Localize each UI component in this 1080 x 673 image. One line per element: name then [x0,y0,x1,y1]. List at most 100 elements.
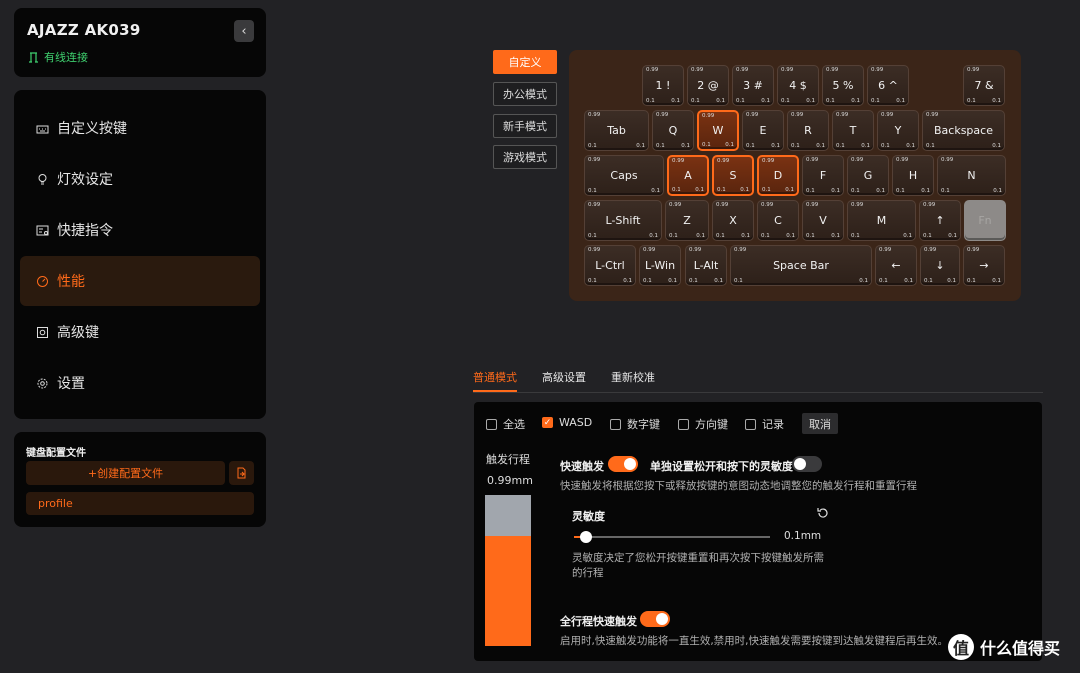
collapse-button[interactable]: ‹ [234,20,254,42]
key-v[interactable]: 0.99 0.1 0.1 V [802,200,844,241]
key-w[interactable]: 0.99 0.1 0.1 W [697,110,739,151]
key-release: 0.1 [643,278,652,284]
key-release: 0.1 [588,188,597,194]
create-profile-button[interactable]: +创建配置文件 [26,461,225,485]
sidebar-item-label: 快捷指令 [57,223,113,239]
mode-custom-button[interactable]: 自定义 [493,50,557,74]
key-g[interactable]: 0.99 0.1 0.1 G [847,155,889,196]
sidebar-item-settings[interactable]: 设置 [20,358,260,408]
slider-handle[interactable] [579,531,592,543]
sensitivity-description-line2: 的行程 [572,567,604,579]
key-f[interactable]: 0.99 0.1 0.1 F [802,155,844,196]
key-n[interactable]: 0.99 0.1 0.1 N [937,155,1006,196]
key-tab[interactable]: 0.99 0.1 0.1 Tab [584,110,649,151]
key-l-shift[interactable]: 0.99 0.1 0.1 L-Shift [584,200,662,241]
key-[interactable]: 0.99 0.1 0.1 ← [875,245,917,286]
key-d[interactable]: 0.99 0.1 0.1 D [757,155,799,196]
sensitivity-slider[interactable] [574,531,770,543]
key-2[interactable]: 0.99 0.1 0.1 2 @ [687,65,729,106]
key-actuation: 0.99 [656,112,669,118]
key-label: Q [668,123,678,137]
key-l-alt[interactable]: 0.99 0.1 0.1 L-Alt [685,245,727,286]
key-a[interactable]: 0.99 0.1 0.1 A [667,155,709,196]
sidebar-item-lighting[interactable]: 灯效设定 [20,154,260,204]
tab-advanced-settings[interactable]: 高级设置 [542,369,586,385]
mode-beginner-button[interactable]: 新手模式 [493,114,557,138]
key-press: 0.1 [947,278,956,284]
key-4[interactable]: 0.99 0.1 0.1 4 $ [777,65,819,106]
key-r[interactable]: 0.99 0.1 0.1 R [787,110,829,151]
key-3[interactable]: 0.99 0.1 0.1 3 # [732,65,774,106]
key-7[interactable]: 0.99 0.1 0.1 7 & [963,65,1005,106]
key-q[interactable]: 0.99 0.1 0.1 Q [652,110,694,151]
key-actuation: 0.99 [924,247,937,253]
key-actuation: 0.99 [806,202,819,208]
wasd-checkbox[interactable]: ✓ WASD [542,416,592,429]
cancel-button[interactable]: 取消 [802,413,838,434]
key-press: 0.1 [651,188,660,194]
sidebar-item-shortcuts[interactable]: 快捷指令 [20,205,260,255]
reset-icon[interactable] [816,506,830,520]
key-x[interactable]: 0.99 0.1 0.1 X [712,200,754,241]
arrow-keys-checkbox[interactable]: 方向键 [678,416,728,432]
key-y[interactable]: 0.99 0.1 0.1 Y [877,110,919,151]
number-keys-checkbox[interactable]: 数字键 [610,416,660,432]
tab-normal-mode[interactable]: 普通模式 [473,369,517,385]
key-release: 0.1 [656,143,665,149]
key-label: L-Ctrl [595,258,625,272]
key-actuation: 0.99 [736,67,749,73]
key-s[interactable]: 0.99 0.1 0.1 S [712,155,754,196]
key-label: 4 $ [789,78,807,92]
key-actuation: 0.99 [836,112,849,118]
rapid-trigger-toggle[interactable] [608,456,638,472]
key-l-ctrl[interactable]: 0.99 0.1 0.1 L-Ctrl [584,245,636,286]
key-actuation: 0.99 [762,158,775,164]
key-space-bar[interactable]: 0.99 0.1 0.1 Space Bar [730,245,872,286]
key-e[interactable]: 0.99 0.1 0.1 E [742,110,784,151]
key-actuation: 0.99 [588,247,601,253]
key-5[interactable]: 0.99 0.1 0.1 5 % [822,65,864,106]
import-profile-button[interactable] [229,461,254,485]
key-label: Fn [978,213,992,227]
key-release: 0.1 [691,98,700,104]
key-release: 0.1 [791,143,800,149]
gear-icon [37,378,48,388]
key-[interactable]: 0.99 0.1 0.1 ↓ [920,245,960,286]
key-h[interactable]: 0.99 0.1 0.1 H [892,155,934,196]
key-label: V [819,213,827,227]
profile-item[interactable]: profile [26,492,254,515]
sidebar-nav: 自定义按键 灯效设定 快捷指令 性能 高级键 设置 [14,90,266,419]
key-l-win[interactable]: 0.99 0.1 0.1 L-Win [639,245,681,286]
key-1[interactable]: 0.99 0.1 0.1 1 ! [642,65,684,106]
key-c[interactable]: 0.99 0.1 0.1 C [757,200,799,241]
key-[interactable]: 0.99 0.1 0.1 ↑ [919,200,961,241]
key-z[interactable]: 0.99 0.1 0.1 Z [665,200,709,241]
sidebar-item-label: 设置 [57,376,85,392]
key-fn[interactable]: Fn [964,200,1006,241]
sidebar-item-performance[interactable]: 性能 [20,256,260,306]
key-release: 0.1 [669,233,678,239]
advanced-key-icon [37,326,48,338]
full-travel-toggle[interactable] [640,611,670,627]
key-caps[interactable]: 0.99 0.1 0.1 Caps [584,155,664,196]
sidebar-item-custom-keys[interactable]: 自定义按键 [20,103,260,153]
key-press: 0.1 [649,233,658,239]
key-press: 0.1 [921,188,930,194]
tab-recalibrate[interactable]: 重新校准 [611,369,655,385]
key-6[interactable]: 0.99 0.1 0.1 6 ^ [867,65,909,106]
separate-sensitivity-toggle[interactable] [792,456,822,472]
key-label: 6 ^ [878,78,898,92]
travel-bar[interactable] [485,495,531,646]
key-m[interactable]: 0.99 0.1 0.1 M [847,200,916,241]
key-press: 0.1 [771,143,780,149]
mode-office-button[interactable]: 办公模式 [493,82,557,106]
record-checkbox[interactable]: 记录 [745,416,784,432]
select-all-checkbox[interactable]: 全选 [486,416,525,432]
key-[interactable]: 0.99 0.1 0.1 → [963,245,1005,286]
key-t[interactable]: 0.99 0.1 0.1 T [832,110,874,151]
mode-game-button[interactable]: 游戏模式 [493,145,557,169]
key-backspace[interactable]: 0.99 0.1 0.1 Backspace [922,110,1005,151]
key-press: 0.1 [671,98,680,104]
key-release: 0.1 [716,233,725,239]
sidebar-item-advanced-keys[interactable]: 高级键 [20,307,260,357]
